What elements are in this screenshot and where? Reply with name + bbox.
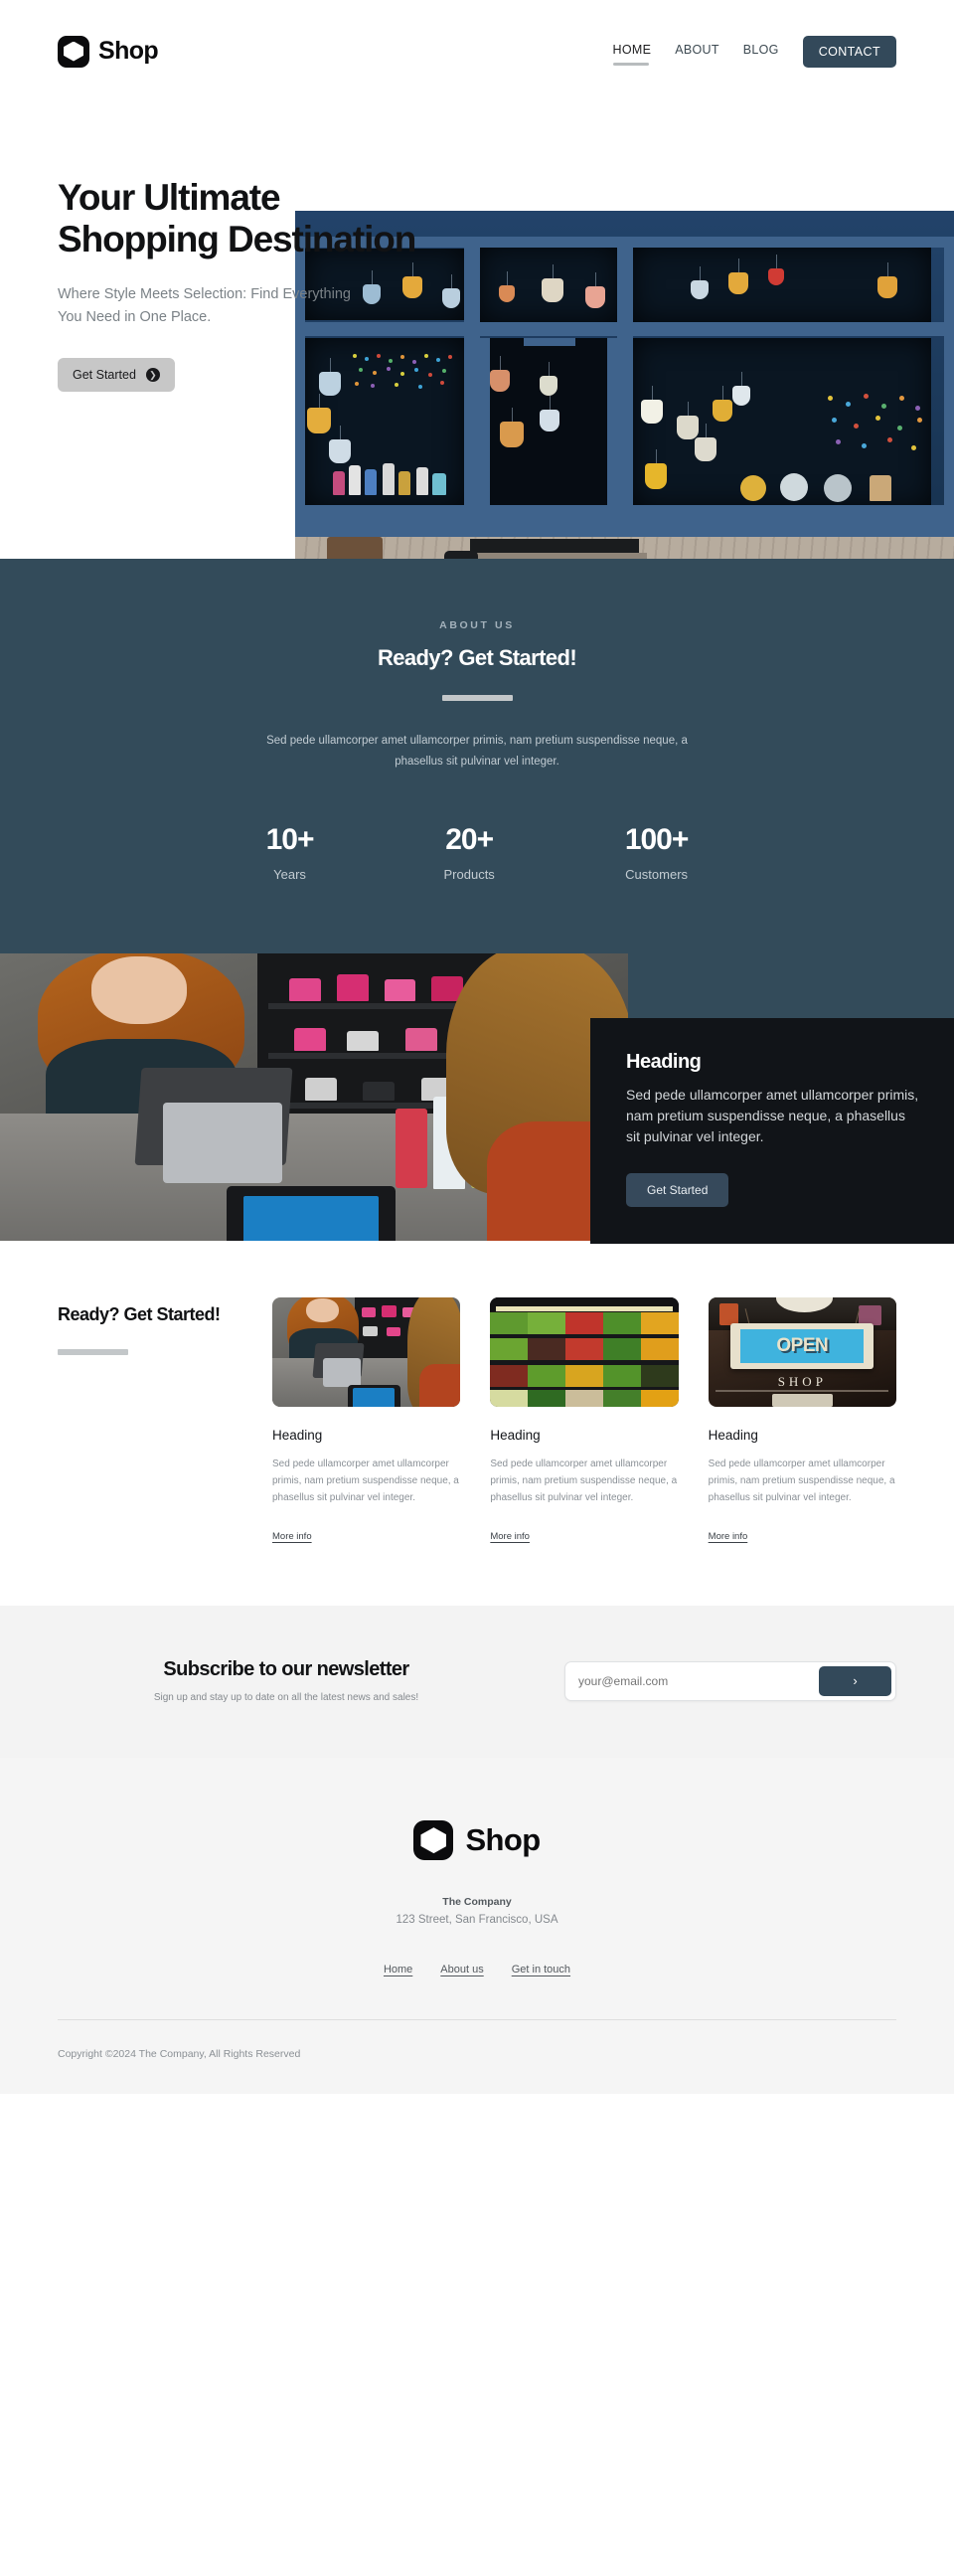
brand-logo[interactable]: Shop — [58, 35, 159, 68]
card-item[interactable]: OPEN SHOP Heading Sed pede ullamcorper a… — [708, 1296, 896, 1545]
hero-copy: Your Ultimate Shopping Destination Where… — [58, 177, 445, 393]
cards-title: Ready? Get Started! — [58, 1303, 221, 1324]
cards-intro: Ready? Get Started! — [58, 1297, 272, 1545]
card-more-info-link[interactable]: More info — [709, 1531, 748, 1542]
arrow-right-icon: ❯ — [145, 368, 160, 383]
hero-subtitle: Where Style Meets Selection: Find Everyt… — [58, 286, 351, 325]
feature-card: Heading Sed pede ullamcorper amet ullamc… — [590, 1017, 954, 1245]
contact-button[interactable]: CONTACT — [802, 35, 896, 68]
footer-copyright: Copyright ©2024 The Company, All Rights … — [58, 2048, 301, 2061]
card-text: Sed pede ullamcorper amet ullamcorper pr… — [490, 1458, 678, 1503]
footer-link-about-us[interactable]: About us — [440, 1964, 483, 1975]
feature-section: Heading Sed pede ullamcorper amet ullamc… — [0, 952, 954, 1245]
feature-image — [0, 952, 628, 1241]
stat-label: Years — [273, 866, 306, 882]
feature-heading: Heading — [626, 1050, 702, 1073]
open-sign-text: OPEN — [776, 1335, 829, 1357]
nav-item-about[interactable]: ABOUT — [675, 43, 719, 60]
card-more-info-link[interactable]: More info — [272, 1531, 312, 1542]
card-heading: Heading — [490, 1427, 541, 1443]
newsletter-form: › — [564, 1660, 896, 1701]
footer-address: 123 Street, San Francisco, USA — [396, 1914, 558, 1927]
card-item[interactable]: Heading Sed pede ullamcorper amet ullamc… — [272, 1296, 461, 1545]
footer-links: Home About us Get in touch — [58, 1964, 896, 1975]
nav-item-home[interactable]: HOME — [612, 43, 652, 66]
stat-value: 100+ — [624, 822, 690, 856]
about-divider — [441, 695, 513, 701]
footer-brand-name: Shop — [465, 1822, 541, 1858]
hero-title: Your Ultimate Shopping Destination — [58, 177, 416, 260]
card-heading: Heading — [272, 1427, 323, 1443]
stat-years: 10+ Years — [265, 822, 315, 882]
footer-link-home[interactable]: Home — [384, 1964, 412, 1975]
shop-logo-icon — [58, 35, 89, 68]
newsletter-title: Subscribe to our newsletter — [163, 1658, 409, 1681]
newsletter-submit-button[interactable]: › — [819, 1665, 891, 1696]
stat-products: 20+ Products — [444, 823, 495, 882]
open-sign-subtext: SHOP — [777, 1373, 827, 1389]
about-eyebrow: ABOUT US — [439, 619, 515, 631]
stat-value: 10+ — [265, 822, 315, 856]
card-image-checkout — [272, 1296, 461, 1407]
about-section: ABOUT US Ready? Get Started! Sed pede ul… — [0, 559, 954, 953]
footer-brand[interactable]: Shop — [58, 1820, 896, 1861]
hero-button-label: Get Started — [73, 368, 136, 383]
card-item[interactable]: Heading Sed pede ullamcorper amet ullamc… — [490, 1296, 679, 1545]
feature-get-started-button[interactable]: Get Started — [626, 1173, 729, 1208]
stat-value: 20+ — [445, 822, 494, 856]
cards-grid: Heading Sed pede ullamcorper amet ullamc… — [272, 1296, 896, 1545]
cards-section: Ready? Get Started! Heading Sed pede ull… — [0, 1240, 954, 1607]
stats-row: 10+ Years 20+ Products 100+ Customers — [0, 823, 954, 882]
shop-logo-icon — [413, 1820, 454, 1861]
main-nav: HOME ABOUT BLOG CONTACT — [612, 35, 896, 68]
card-image-produce — [490, 1296, 679, 1407]
hero-get-started-button[interactable]: Get Started ❯ — [58, 358, 175, 393]
card-text: Sed pede ullamcorper amet ullamcorper pr… — [708, 1458, 895, 1503]
newsletter-copy: Subscribe to our newsletter Sign up and … — [58, 1658, 485, 1703]
brand-name: Shop — [98, 37, 159, 65]
about-title: Ready? Get Started! — [377, 645, 577, 670]
email-input[interactable] — [569, 1665, 819, 1696]
footer-divider — [58, 2019, 896, 2021]
nav-item-blog[interactable]: BLOG — [743, 43, 779, 60]
about-text: Sed pede ullamcorper amet ullamcorper pr… — [266, 735, 688, 769]
newsletter-section: Subscribe to our newsletter Sign up and … — [0, 1606, 954, 1759]
site-footer: Shop The Company 123 Street, San Francis… — [0, 1758, 954, 2095]
stat-label: Products — [443, 866, 495, 882]
feature-text: Sed pede ullamcorper amet ullamcorper pr… — [626, 1086, 919, 1145]
cards-divider — [58, 1349, 128, 1356]
site-header: Shop HOME ABOUT BLOG CONTACT — [0, 0, 954, 102]
stat-customers: 100+ Customers — [624, 822, 690, 882]
card-more-info-link[interactable]: More info — [490, 1531, 530, 1542]
stat-label: Customers — [625, 866, 689, 882]
card-text: Sed pede ullamcorper amet ullamcorper pr… — [272, 1458, 459, 1503]
hero-section: Your Ultimate Shopping Destination Where… — [0, 102, 954, 663]
card-heading: Heading — [708, 1427, 758, 1443]
newsletter-subtitle: Sign up and stay up to date on all the l… — [153, 1692, 419, 1704]
footer-link-get-in-touch[interactable]: Get in touch — [512, 1964, 570, 1975]
card-image-open-sign: OPEN SHOP — [708, 1296, 896, 1407]
footer-company-name: The Company — [442, 1896, 512, 1909]
